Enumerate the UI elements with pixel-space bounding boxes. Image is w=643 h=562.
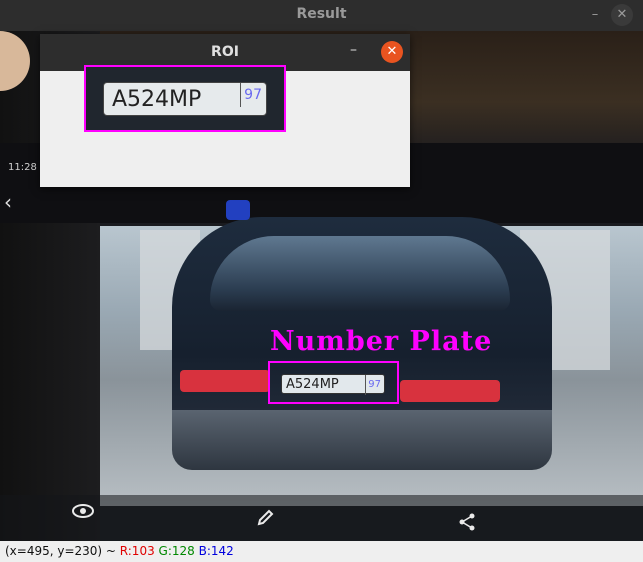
window-title: Result bbox=[296, 6, 347, 22]
eye-icon bbox=[72, 502, 94, 523]
chevron-left-icon: ‹ bbox=[4, 190, 12, 214]
phone-nav-strip bbox=[0, 495, 643, 541]
roi-plate: А524МР 97 bbox=[103, 82, 267, 116]
phone-time: 11:28 bbox=[8, 162, 37, 173]
minimize-button[interactable]: – bbox=[584, 4, 606, 26]
main-titlebar[interactable]: Result – ✕ bbox=[0, 0, 643, 31]
roi-minimize-button[interactable]: – bbox=[350, 42, 357, 58]
car-rear-window bbox=[210, 236, 510, 311]
pencil-icon bbox=[257, 508, 275, 531]
siren-light bbox=[226, 200, 250, 220]
status-bar: (x=495, y=230) ~ R:103 G:128 B:142 bbox=[0, 541, 643, 562]
blue-value: B:142 bbox=[198, 544, 234, 558]
green-value: G:128 bbox=[158, 544, 195, 558]
roi-close-button[interactable]: ✕ bbox=[381, 41, 403, 63]
roi-plate-region: 97 bbox=[240, 83, 262, 107]
red-value: R:103 bbox=[119, 544, 155, 558]
roi-plate-number: А524МР bbox=[112, 87, 202, 112]
share-icon bbox=[458, 513, 476, 536]
detection-label: Number Plate bbox=[270, 326, 493, 357]
close-button[interactable]: ✕ bbox=[611, 4, 633, 26]
pixel-coords: (x=495, y=230) ~ bbox=[5, 544, 120, 558]
tail-light-right bbox=[400, 380, 500, 402]
plate-bounding-box bbox=[268, 361, 399, 404]
tail-light-left bbox=[180, 370, 270, 392]
car-bumper bbox=[172, 410, 552, 470]
